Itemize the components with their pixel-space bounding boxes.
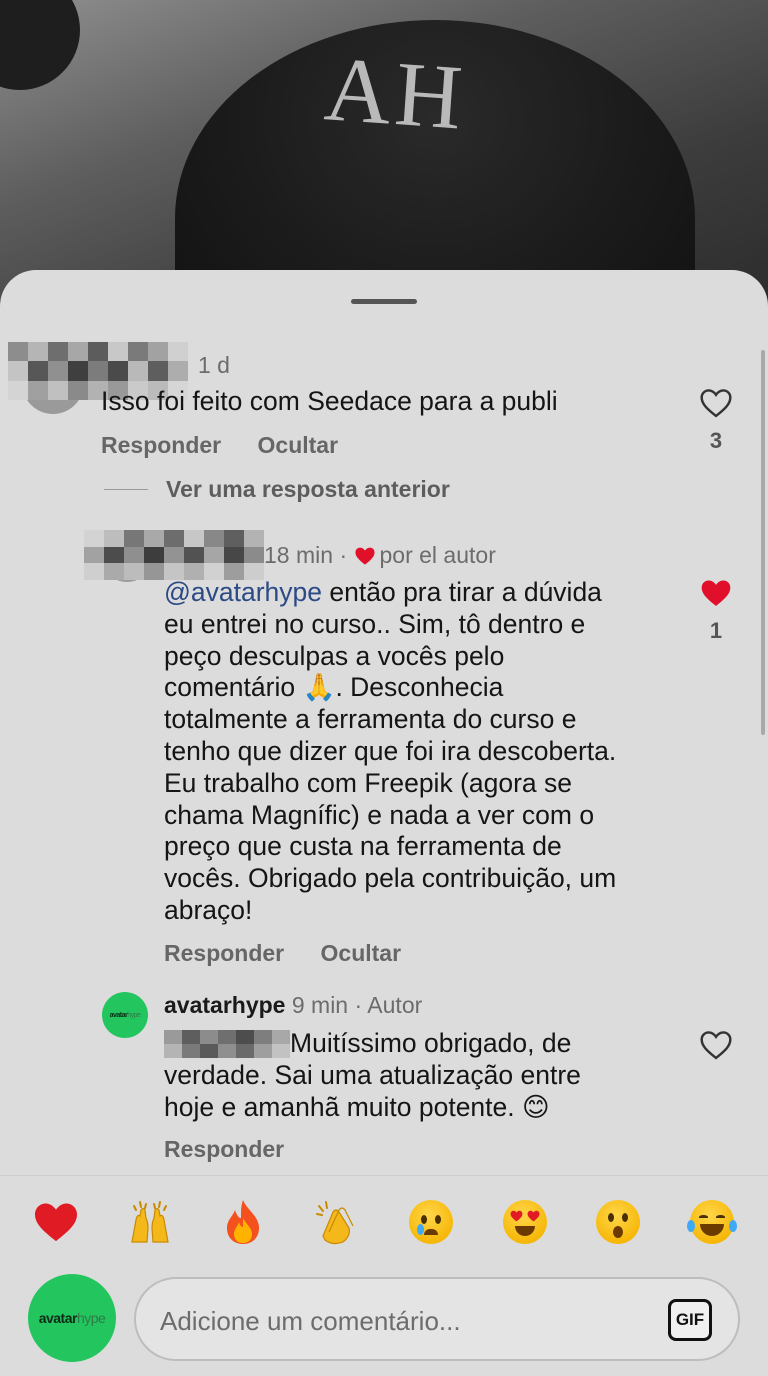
- reply-actions: Responder Ocultar: [164, 940, 431, 967]
- gif-button[interactable]: GIF: [668, 1299, 712, 1341]
- logo-text-light: hype: [127, 1011, 141, 1019]
- cap-logo-text: AH: [321, 37, 470, 149]
- raised-hands-icon: [130, 1201, 169, 1243]
- reply-meta: avatarhype 9 min · Autor: [164, 992, 422, 1019]
- comment-input[interactable]: [160, 1299, 640, 1343]
- heart-outline-icon: [700, 1031, 732, 1060]
- reply-username[interactable]: avatarhype: [164, 992, 285, 1018]
- reply-button[interactable]: Responder: [164, 940, 284, 966]
- reply-text-line: comentário 🙏. Desconhecia: [164, 672, 504, 703]
- reply-meta: 18 min · por el autor: [264, 542, 496, 569]
- reply-text-line: abraço!: [164, 894, 253, 925]
- reaction-clapping[interactable]: [313, 1198, 361, 1246]
- reaction-crying[interactable]: [407, 1198, 455, 1246]
- reply-text-line: peço desculpas a vocês pelo: [164, 640, 505, 671]
- reply-text-line: tenho que dizer que foi ira descoberta.: [164, 735, 617, 766]
- reply-text-line: preço que custa na ferramenta de: [164, 831, 562, 862]
- like-count: 3: [709, 428, 723, 453]
- heart-outline-icon: [700, 389, 732, 418]
- clapping-hands-icon: [316, 1201, 354, 1245]
- reply-text-line: Eu trabalho com Freepik (agora se: [164, 767, 573, 798]
- heart-filled-icon: [701, 580, 731, 606]
- reaction-raised-hands[interactable]: [126, 1198, 174, 1246]
- reply-time: 18 min: [264, 542, 334, 568]
- background-shadow: [0, 0, 80, 90]
- reply-text-line: hoje e amanhã muito potente. 😊: [164, 1091, 550, 1122]
- mention-link[interactable]: @avatarhype: [164, 577, 322, 607]
- red-heart-icon: [35, 1203, 77, 1242]
- reaction-surprised[interactable]: [594, 1198, 642, 1246]
- redacted-username: [84, 530, 264, 581]
- laughing-face-icon: [686, 1200, 737, 1244]
- reaction-heart[interactable]: [32, 1198, 80, 1246]
- reply-text-line: eu entrei no curso.. Sim, tô dentro e: [164, 608, 586, 639]
- comment-footer: avatarhype GIF: [0, 1175, 768, 1376]
- reaction-laughing[interactable]: [686, 1198, 737, 1246]
- hide-button[interactable]: Ocultar: [258, 432, 339, 458]
- reply-text-line: totalmente a ferramenta do curso e: [164, 704, 577, 735]
- comment-text: Isso foi feito com Seedace para a publi: [101, 386, 558, 416]
- logo-text-dark: avatar: [38, 1310, 78, 1326]
- comment-input-container[interactable]: GIF: [134, 1277, 740, 1361]
- crying-face-icon: [408, 1200, 453, 1244]
- reply-text-line: verdade. Sai uma atualização entre: [164, 1059, 581, 1090]
- logo-text-light: hype: [76, 1310, 106, 1326]
- liked-by-author-label: por el autor: [379, 542, 496, 568]
- comment-composer: avatarhype GIF: [28, 1272, 740, 1362]
- reply-text-line: vocês. Obrigado pela contribuição, um: [164, 863, 617, 894]
- current-user-avatar[interactable]: avatar hype: [28, 1274, 116, 1362]
- video-background: AH: [0, 0, 768, 300]
- thread-line: [104, 488, 148, 491]
- author-avatar[interactable]: avatar hype: [102, 992, 148, 1038]
- logo-text-dark: avatar: [109, 1011, 128, 1019]
- meta-separator: ·: [354, 992, 363, 1018]
- reaction-fire[interactable]: [219, 1198, 267, 1246]
- comment-actions: Responder Ocultar: [101, 432, 368, 459]
- reply-button[interactable]: Responder: [101, 432, 221, 458]
- fire-icon: [227, 1200, 260, 1244]
- reply-text: @avatarhype então pra tirar a dúvida eu …: [164, 577, 694, 927]
- reaction-heart-eyes[interactable]: [501, 1198, 549, 1246]
- like-button[interactable]: [698, 1030, 734, 1060]
- reply-text-line: então pra tirar a dúvida: [322, 577, 602, 607]
- reply-text-line: chama Magnífic) e nada a ver com o: [164, 799, 595, 830]
- like-button[interactable]: 1: [698, 578, 734, 644]
- reply-button[interactable]: Responder: [164, 1136, 284, 1162]
- reply-actions: Responder: [164, 1136, 314, 1163]
- hide-button[interactable]: Ocultar: [321, 940, 402, 966]
- surprised-face-icon: [596, 1200, 641, 1244]
- view-previous-reply-label: Ver uma resposta anterior: [166, 476, 450, 502]
- view-previous-reply-button[interactable]: Ver uma resposta anterior: [104, 476, 450, 503]
- comments-sheet: 1 d Isso foi feito com Seedace para a pu…: [0, 270, 768, 1376]
- comment-list: 1 d Isso foi feito com Seedace para a pu…: [0, 270, 768, 1175]
- quick-reactions-bar: [0, 1198, 768, 1252]
- heart-eyes-icon: [502, 1200, 547, 1244]
- author-badge: Autor: [367, 992, 423, 1018]
- like-count: 1: [709, 618, 723, 643]
- comment-time: 1 d: [198, 352, 230, 378]
- reply-text-line: Muitíssimo obrigado, de: [290, 1028, 572, 1058]
- reply-time: 9 min: [291, 992, 349, 1018]
- like-button[interactable]: 3: [698, 388, 734, 454]
- meta-separator: ·: [339, 542, 348, 568]
- reply-text: Muitíssimo obrigado, de verdade. Sai uma…: [164, 1028, 694, 1123]
- heart-filled-icon: [354, 547, 375, 565]
